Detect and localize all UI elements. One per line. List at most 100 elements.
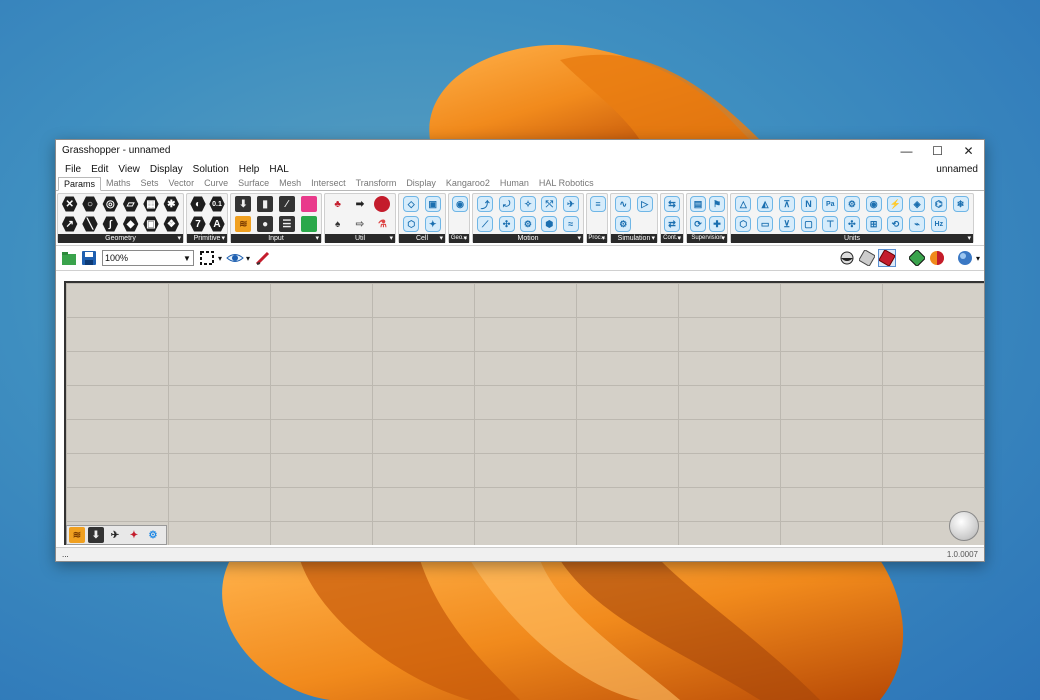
controller-icon-2[interactable]: ⇄: [664, 216, 680, 232]
procedure-icon[interactable]: ≡: [590, 196, 606, 212]
selected-preview-icon[interactable]: [908, 249, 926, 267]
tab-hal-robotics[interactable]: HAL Robotics: [534, 177, 599, 190]
geo-icon[interactable]: ◉: [452, 196, 468, 212]
simulation-icon-1[interactable]: ∿: [615, 196, 632, 212]
menu-file[interactable]: File: [60, 164, 86, 175]
unit-icon-16[interactable]: ⌁: [909, 216, 926, 232]
supervision-icon-2[interactable]: ⟳: [690, 216, 706, 232]
wireframe-preview-icon[interactable]: [858, 249, 876, 267]
chevron-down-icon[interactable]: ▾: [246, 254, 250, 263]
open-file-icon[interactable]: [60, 249, 78, 267]
motion-icon-5[interactable]: ✧: [519, 196, 536, 212]
unit-icon-15[interactable]: ◈: [909, 196, 926, 212]
group-param-icon[interactable]: ✱: [163, 196, 179, 212]
plane-widget-icon[interactable]: ✈: [107, 527, 123, 543]
group-label-motion[interactable]: Motion: [473, 234, 583, 243]
unit-icon-5[interactable]: ⊼: [778, 196, 795, 212]
shaded-preview-icon[interactable]: [877, 249, 896, 267]
group-label-cont[interactable]: Cont...: [661, 234, 683, 243]
tab-params[interactable]: Params: [58, 177, 102, 191]
preview-mode-icon[interactable]: [838, 249, 856, 267]
group-label-primitive[interactable]: Primitive: [187, 234, 227, 243]
download-widget-icon[interactable]: ⬇: [88, 527, 104, 543]
group-label-units[interactable]: Units: [731, 234, 973, 243]
tab-transform[interactable]: Transform: [351, 177, 402, 190]
point-param-icon[interactable]: ✕: [61, 196, 78, 212]
group-label-util[interactable]: Util: [325, 234, 395, 243]
chevron-down-icon[interactable]: ▾: [976, 254, 980, 263]
group-label-supervision[interactable]: Supervision: [687, 234, 727, 243]
arc-param-icon[interactable]: ◎: [102, 196, 118, 212]
supervision-icon-3[interactable]: ⚑: [709, 196, 725, 212]
menu-display[interactable]: Display: [145, 164, 188, 175]
box-param-icon[interactable]: ▣: [143, 216, 159, 232]
text-param-icon[interactable]: A: [209, 216, 225, 232]
toggle-input-icon[interactable]: ▮: [257, 196, 274, 212]
group-label-geo[interactable]: Geo...: [449, 234, 469, 243]
cell-icon-1[interactable]: ◇: [403, 196, 420, 212]
line-param-icon[interactable]: ╲: [82, 216, 98, 232]
unit-icon-1[interactable]: △: [735, 196, 752, 212]
curve-param-icon[interactable]: ∫: [102, 216, 118, 232]
dial-input-icon[interactable]: ●: [257, 216, 274, 232]
data-recorder-icon[interactable]: [374, 196, 391, 212]
group-label-proc[interactable]: Proc...: [587, 234, 607, 243]
chevron-down-icon[interactable]: ▾: [218, 254, 222, 263]
gradient-input-icon[interactable]: ≋: [235, 216, 252, 232]
menu-solution[interactable]: Solution: [188, 164, 234, 175]
unit-icon-9[interactable]: ⚙: [843, 196, 860, 212]
motion-icon-1[interactable]: ⤴: [477, 196, 494, 212]
group-label-geometry[interactable]: Geometry: [58, 234, 183, 243]
circle-param-icon[interactable]: ○: [82, 196, 98, 212]
sketch-pen-icon[interactable]: [254, 249, 272, 267]
minimize-button[interactable]: —: [891, 140, 922, 161]
image-sampler-icon[interactable]: [300, 216, 317, 232]
tree-util-icon[interactable]: ♠: [330, 216, 346, 232]
unit-newton-icon[interactable]: N: [800, 196, 817, 212]
grasshopper-canvas[interactable]: ≋ ⬇ ✈ ✦ ⚙: [64, 281, 984, 545]
supervision-icon-4[interactable]: ✚: [709, 216, 725, 232]
preview-eye-icon[interactable]: [226, 249, 244, 267]
tab-maths[interactable]: Maths: [101, 177, 136, 190]
motion-icon-10[interactable]: ≈: [562, 216, 579, 232]
save-file-icon[interactable]: [80, 249, 98, 267]
motion-icon-2[interactable]: ⟋: [477, 216, 494, 232]
tab-surface[interactable]: Surface: [233, 177, 274, 190]
motion-icon-8[interactable]: ⬢: [541, 216, 558, 232]
tab-mesh[interactable]: Mesh: [274, 177, 306, 190]
cell-icon-3[interactable]: ▣: [424, 196, 441, 212]
simulation-icon-2[interactable]: ⚙: [615, 216, 632, 232]
tab-intersect[interactable]: Intersect: [306, 177, 351, 190]
tab-display[interactable]: Display: [401, 177, 441, 190]
arrow-relay-icon[interactable]: ➡: [352, 196, 368, 212]
unit-icon-12[interactable]: ⊞: [865, 216, 882, 232]
cherry-picker-icon[interactable]: ♣: [330, 196, 346, 212]
integer-param-icon[interactable]: 7: [190, 216, 206, 232]
panel-input-icon[interactable]: ∕: [278, 196, 295, 212]
tab-curve[interactable]: Curve: [199, 177, 233, 190]
geometry-param-icon[interactable]: ❖: [163, 216, 179, 232]
markov-widget-icon[interactable]: ✦: [126, 527, 142, 543]
menu-view[interactable]: View: [113, 164, 145, 175]
button-input-icon[interactable]: ⬇: [235, 196, 252, 212]
menu-help[interactable]: Help: [234, 164, 265, 175]
boolean-param-icon[interactable]: ◐: [190, 196, 206, 212]
list-input-icon[interactable]: ☰: [278, 216, 295, 232]
menu-hal[interactable]: HAL: [264, 164, 293, 175]
cell-icon-4[interactable]: ✦: [424, 216, 441, 232]
simulation-play-icon[interactable]: ▷: [636, 196, 653, 212]
color-ball-icon[interactable]: [928, 249, 946, 267]
arrow-outline-icon[interactable]: ⇨: [352, 216, 368, 232]
menu-edit[interactable]: Edit: [86, 164, 113, 175]
brep-param-icon[interactable]: ◆: [122, 216, 139, 232]
unit-icon-13[interactable]: ⚡: [887, 196, 904, 212]
number-param-icon[interactable]: 0.1: [209, 196, 225, 212]
unit-icon-18[interactable]: ❄: [952, 196, 969, 212]
display-sphere-icon[interactable]: [956, 249, 974, 267]
unit-icon-8[interactable]: ⊤: [822, 216, 839, 232]
motion-icon-9[interactable]: ✈: [562, 196, 579, 212]
unit-icon-17[interactable]: ⌬: [930, 196, 947, 212]
unit-icon-3[interactable]: ◭: [757, 196, 774, 212]
vector-param-icon[interactable]: ↗: [61, 216, 78, 232]
settings-widget-icon[interactable]: ⚙: [145, 527, 161, 543]
